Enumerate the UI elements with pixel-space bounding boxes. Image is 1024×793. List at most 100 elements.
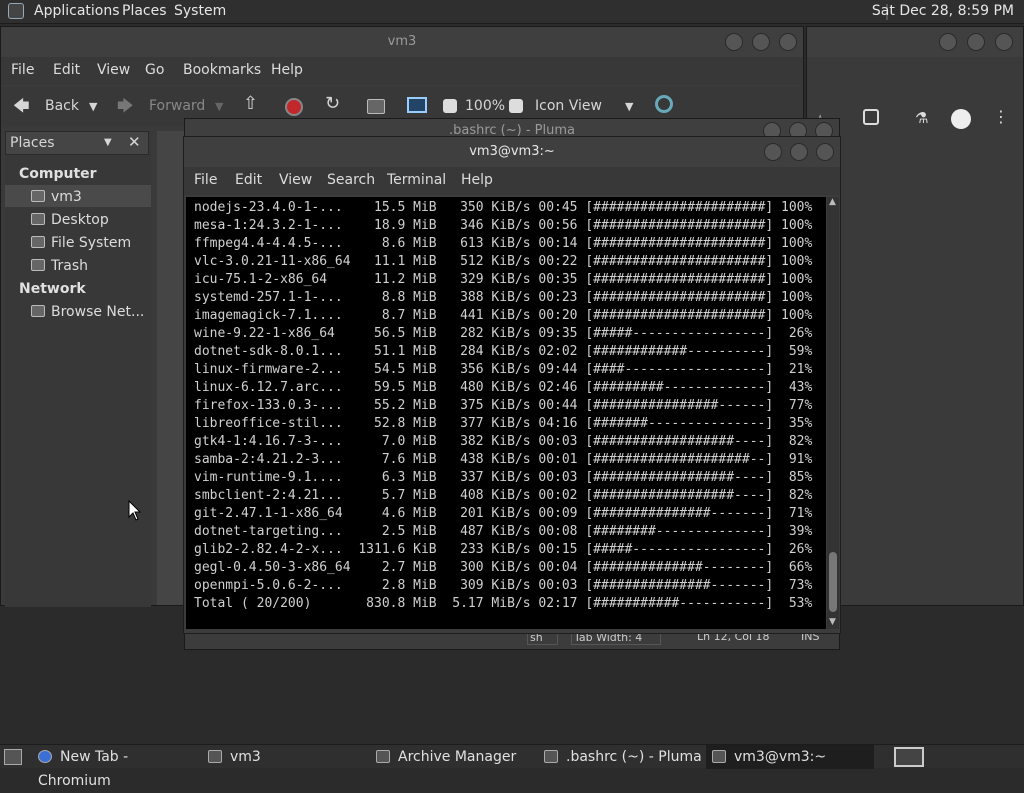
stop-icon[interactable] xyxy=(285,98,303,116)
clock[interactable]: Sat Dec 28, 8:59 PM xyxy=(872,3,1014,19)
terminal-line: icu-75.1-2-x86_64 11.2 MiB 329 KiB/s 00:… xyxy=(194,272,813,287)
network-icon xyxy=(31,305,45,317)
profile-icon[interactable] xyxy=(951,109,971,129)
terminal-line: nodejs-23.4.0-1-... 15.5 MiB 350 KiB/s 0… xyxy=(194,200,813,215)
folder-icon xyxy=(208,750,222,763)
places-selector[interactable]: Places ▼ ✕ xyxy=(5,131,149,155)
taskbar: New Tab - Chromium vm3 Archive Manager .… xyxy=(0,744,1024,789)
places-dropdown-icon[interactable]: ▼ xyxy=(104,137,112,148)
task-archive-manager[interactable]: Archive Manager xyxy=(370,745,534,769)
forward-dropdown-icon: ▼ xyxy=(215,100,224,113)
menu-search[interactable]: Search xyxy=(327,172,375,188)
chromium-icon xyxy=(38,750,52,763)
trash-icon xyxy=(31,259,45,271)
menu-bookmarks[interactable]: Bookmarks xyxy=(183,62,261,78)
file-manager-titlebar[interactable]: vm3 xyxy=(1,27,803,57)
window-title: vm3 xyxy=(387,34,417,49)
close-button[interactable] xyxy=(779,33,797,51)
terminal-line: systemd-257.1-1-... 8.8 MiB 388 KiB/s 00… xyxy=(194,290,813,305)
text-editor-icon xyxy=(544,750,558,763)
applications-menu[interactable]: Applications xyxy=(34,3,120,19)
home-folder-icon xyxy=(31,190,45,202)
terminal-line: dotnet-sdk-8.0.1... 51.1 MiB 284 KiB/s 0… xyxy=(194,344,813,359)
menu-help[interactable]: Help xyxy=(271,62,303,78)
terminal-output[interactable]: nodejs-23.4.0-1-... 15.5 MiB 350 KiB/s 0… xyxy=(186,197,826,629)
terminal-line: linux-6.12.7.arc... 59.5 MiB 480 KiB/s 0… xyxy=(194,380,813,395)
drive-icon xyxy=(31,236,45,248)
workspace-switcher[interactable] xyxy=(894,747,924,767)
close-button[interactable] xyxy=(995,33,1013,51)
menu-edit[interactable]: Edit xyxy=(53,62,80,78)
sidebar-item-desktop[interactable]: Desktop xyxy=(31,212,109,228)
terminal-scrollbar[interactable]: ▲ ▼ xyxy=(827,197,839,629)
close-button[interactable] xyxy=(816,143,834,161)
sidebar-item-vm3-label: vm3 xyxy=(31,189,82,205)
computer-section: Computer xyxy=(19,166,97,182)
task-file-manager[interactable]: vm3 xyxy=(202,745,366,769)
task-chromium[interactable]: New Tab - Chromium xyxy=(32,745,196,789)
terminal-line: dotnet-targeting... 2.5 MiB 487 KiB/s 00… xyxy=(194,524,813,539)
terminal-line: smbclient-2:4.21... 5.7 MiB 408 KiB/s 00… xyxy=(194,488,813,503)
show-desktop-icon[interactable] xyxy=(4,749,22,765)
places-menu[interactable]: Places xyxy=(122,3,167,19)
back-dropdown-icon[interactable]: ▼ xyxy=(89,100,97,113)
terminal-line: libreoffice-stil... 52.8 MiB 377 KiB/s 0… xyxy=(194,416,813,431)
maximize-button[interactable] xyxy=(967,33,985,51)
task-pluma[interactable]: .bashrc (~) - Pluma xyxy=(538,745,702,769)
terminal-titlebar[interactable]: vm3@vm3:~ xyxy=(184,137,840,167)
sidebar-item-trash[interactable]: Trash xyxy=(31,258,88,274)
search-icon[interactable] xyxy=(655,95,673,113)
reload-icon[interactable]: ↻ xyxy=(325,93,340,114)
terminal-window: vm3@vm3:~ File Edit View Search Terminal… xyxy=(183,136,841,634)
terminal-line: imagemagick-7.1.... 8.7 MiB 441 KiB/s 00… xyxy=(194,308,813,323)
zoom-out-icon[interactable] xyxy=(443,99,457,113)
close-sidebar-icon[interactable]: ✕ xyxy=(128,133,141,151)
sidebar-item-browse-network[interactable]: Browse Net... xyxy=(31,304,144,320)
chromium-titlebar[interactable] xyxy=(807,27,1023,57)
top-panel: Applications Places System Sat Dec 28, 8… xyxy=(0,0,1024,24)
menu-go[interactable]: Go xyxy=(145,62,164,78)
file-manager-menubar: File Edit View Go Bookmarks Help xyxy=(1,57,803,85)
menu-terminal[interactable]: Terminal xyxy=(387,172,446,188)
terminal-line: Total ( 20/200) 830.8 MiB 5.17 MiB/s 02:… xyxy=(194,596,813,611)
view-mode-select[interactable]: Icon View xyxy=(535,98,602,114)
terminal-line: vlc-3.0.21-11-x86_64 11.1 MiB 512 KiB/s … xyxy=(194,254,813,269)
terminal-line: linux-firmware-2... 54.5 MiB 356 KiB/s 0… xyxy=(194,362,813,377)
zoom-in-icon[interactable] xyxy=(509,99,523,113)
task-terminal[interactable]: vm3@vm3:~ xyxy=(706,745,874,769)
mouse-cursor-icon xyxy=(128,500,142,521)
menu-view[interactable]: View xyxy=(279,172,312,188)
back-button[interactable]: Back xyxy=(45,98,79,114)
minimize-button[interactable] xyxy=(939,33,957,51)
menu-file[interactable]: File xyxy=(194,172,217,188)
maximize-button[interactable] xyxy=(752,33,770,51)
system-menu[interactable]: System xyxy=(174,3,226,19)
up-arrow-icon[interactable]: ⇧ xyxy=(243,93,258,114)
menu-file[interactable]: File xyxy=(11,62,34,78)
home-folder-icon[interactable] xyxy=(367,99,385,114)
terminal-line: git-2.47.1-1-x86_64 4.6 MiB 201 KiB/s 00… xyxy=(194,506,813,521)
view-dropdown-icon[interactable]: ▼ xyxy=(625,100,633,113)
extensions-icon[interactable] xyxy=(863,109,879,125)
desktop-folder-icon xyxy=(31,213,45,225)
flask-icon[interactable]: ⚗ xyxy=(915,109,928,127)
terminal-line: vim-runtime-9.1.... 6.3 MiB 337 KiB/s 00… xyxy=(194,470,813,485)
menu-help[interactable]: Help xyxy=(461,172,493,188)
menu-logo-icon[interactable] xyxy=(8,3,24,19)
scroll-up-icon[interactable]: ▲ xyxy=(829,197,836,207)
terminal-line: ffmpeg4.4-4.4.5-... 8.6 MiB 613 KiB/s 00… xyxy=(194,236,813,251)
minimize-button[interactable] xyxy=(725,33,743,51)
scrollbar-thumb[interactable] xyxy=(829,552,837,612)
more-menu-icon[interactable]: ⋮ xyxy=(993,107,1009,126)
forward-button: Forward xyxy=(149,98,206,114)
sidebar-item-file-system[interactable]: File System xyxy=(31,235,131,251)
archive-icon xyxy=(376,750,390,763)
menu-edit[interactable]: Edit xyxy=(235,172,262,188)
scroll-down-icon[interactable]: ▼ xyxy=(829,617,836,627)
computer-icon[interactable] xyxy=(407,97,427,113)
menu-view[interactable]: View xyxy=(97,62,130,78)
minimize-button[interactable] xyxy=(764,143,782,161)
terminal-line: glib2-2.82.4-2-x... 1311.6 KiB 233 KiB/s… xyxy=(194,542,813,557)
back-arrow-icon[interactable]: 🡄 xyxy=(13,95,30,122)
maximize-button[interactable] xyxy=(790,143,808,161)
